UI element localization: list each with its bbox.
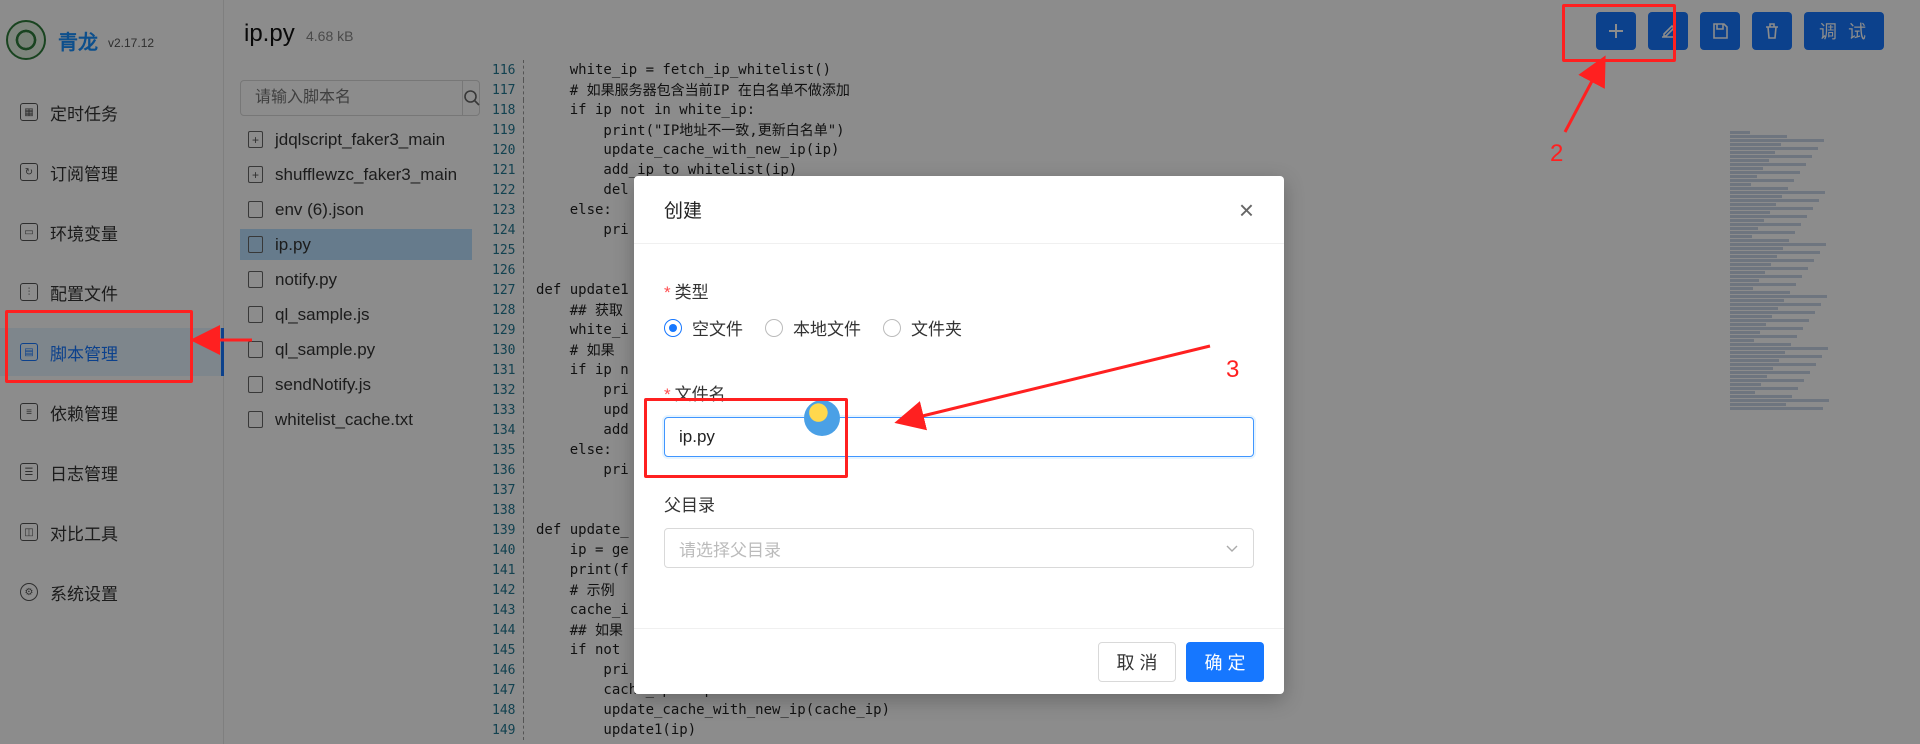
radio-label: 空文件 bbox=[692, 320, 743, 339]
dialog-header: 创建 × bbox=[634, 176, 1284, 244]
annotation-box-filename bbox=[644, 398, 848, 478]
radio-label: 本地文件 bbox=[793, 320, 861, 339]
annotation-box-sidebar bbox=[5, 310, 193, 383]
cancel-button[interactable]: 取 消 bbox=[1098, 641, 1176, 682]
radio-folder[interactable]: 文件夹 bbox=[883, 315, 962, 340]
radio-empty-file[interactable]: 空文件 bbox=[664, 315, 743, 340]
close-icon[interactable]: × bbox=[1239, 197, 1254, 223]
ok-button[interactable]: 确 定 bbox=[1186, 641, 1264, 682]
select-placeholder: 请选择父目录 bbox=[679, 540, 781, 560]
annotation-box-toolbar bbox=[1562, 4, 1676, 62]
type-label-text: 类型 bbox=[674, 283, 709, 302]
chevron-down-icon bbox=[1226, 545, 1238, 552]
annotation-step-3: 3 bbox=[1226, 356, 1240, 383]
required-mark: * bbox=[664, 283, 671, 302]
radio-dot[interactable] bbox=[765, 318, 783, 337]
dialog-title: 创建 bbox=[664, 201, 703, 222]
radio-dot[interactable] bbox=[883, 318, 901, 337]
parent-dir-label: 父目录 bbox=[664, 496, 715, 515]
annotation-step-2: 2 bbox=[1550, 140, 1564, 167]
parent-dir-select[interactable]: 请选择父目录 bbox=[664, 528, 1254, 568]
radio-dot[interactable] bbox=[664, 318, 682, 337]
type-radio-group: 空文件 本地文件 文件夹 bbox=[664, 315, 1254, 340]
dialog-footer: 取 消 确 定 bbox=[634, 628, 1284, 694]
radio-label: 文件夹 bbox=[911, 320, 962, 339]
type-label: * 类型 bbox=[664, 278, 1254, 303]
radio-local-file[interactable]: 本地文件 bbox=[765, 315, 861, 340]
